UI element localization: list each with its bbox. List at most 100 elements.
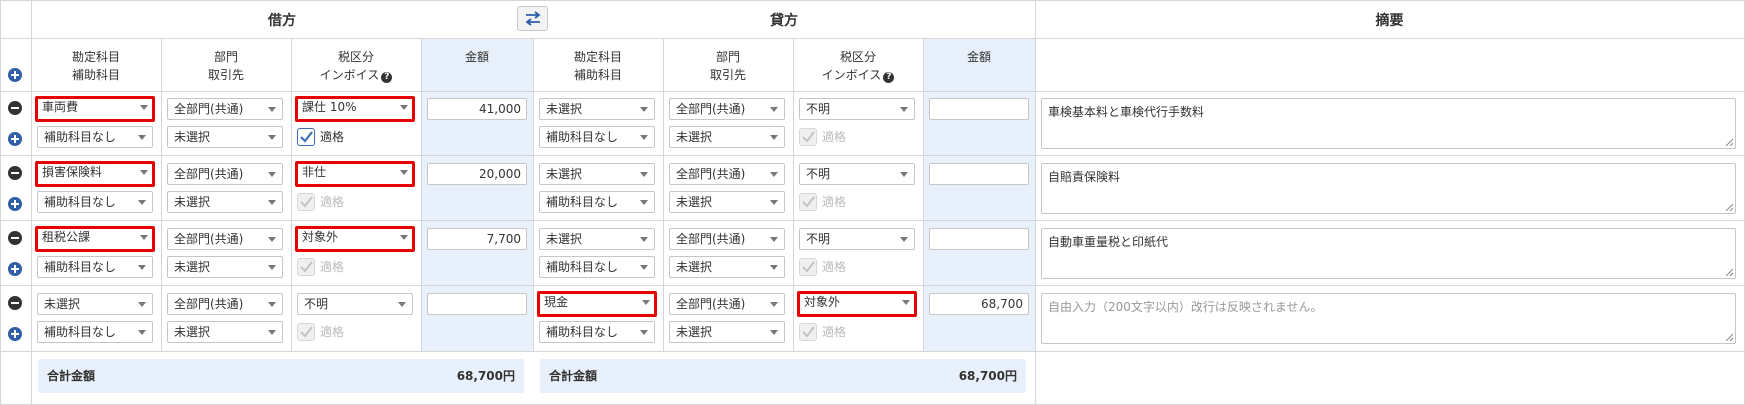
debit-sub-account-select[interactable]: 補助科目なし (37, 321, 153, 343)
debit-amount-input[interactable] (427, 293, 527, 315)
debit-invoice-label: 適格 (320, 195, 345, 209)
help-icon[interactable]: ? (883, 72, 895, 83)
debit-dept-select[interactable]: 全部門(共通) (167, 98, 283, 120)
credit-invoice-checkbox[interactable] (799, 258, 817, 276)
credit-total: 合計金額 68,700円 (540, 359, 1026, 393)
debit-invoice-label: 適格 (320, 130, 345, 144)
credit-dept-select[interactable]: 全部門(共通) (669, 98, 785, 120)
debit-partner-select[interactable]: 未選択 (167, 126, 283, 148)
credit-amount-input[interactable] (929, 98, 1029, 120)
credit-account-col-header: 勘定科目 補助科目 (573, 50, 622, 82)
help-icon[interactable]: ? (381, 72, 393, 83)
remove-row-icon[interactable] (8, 101, 22, 115)
debit-account-select[interactable]: 損害保険料 (35, 161, 155, 187)
credit-amount-col-header: 金額 (966, 50, 991, 64)
credit-tax-col-header: 税区分 インボイス? (793, 48, 923, 84)
remove-row-icon[interactable] (8, 296, 22, 310)
credit-tax-select[interactable]: 不明 (799, 163, 915, 185)
debit-amount-input[interactable]: 7,700 (427, 228, 527, 250)
memo-textarea[interactable]: 自由入力（200文字以内）改行は反映されません。 (1041, 293, 1736, 344)
add-row-icon[interactable] (8, 262, 22, 276)
credit-partner-select[interactable]: 未選択 (669, 191, 785, 213)
swap-debit-credit-button[interactable] (517, 6, 548, 31)
credit-amount-input[interactable] (929, 163, 1029, 185)
memo-textarea[interactable]: 自動車重量税と印紙代 (1041, 228, 1736, 279)
checkmark-icon (802, 326, 815, 338)
debit-amount-input[interactable]: 20,000 (427, 163, 527, 185)
credit-sub-account-select[interactable]: 補助科目なし (539, 191, 655, 213)
credit-invoice-label: 適格 (822, 195, 847, 209)
debit-partner-select[interactable]: 未選択 (167, 256, 283, 278)
debit-account-select[interactable]: 未選択 (37, 293, 153, 315)
debit-account-select[interactable]: 車両費 (35, 96, 155, 122)
credit-tax-select[interactable]: 不明 (799, 228, 915, 250)
debit-total: 合計金額 68,700円 (38, 359, 524, 393)
debit-invoice-checkbox[interactable] (297, 323, 315, 341)
add-row-icon[interactable] (8, 132, 22, 146)
credit-partner-select[interactable]: 未選択 (669, 321, 785, 343)
debit-total-label: 合計金額 (47, 369, 96, 383)
credit-invoice-checkbox[interactable] (799, 193, 817, 211)
credit-tax-select[interactable]: 対象外 (797, 291, 917, 317)
checkmark-icon (802, 196, 815, 208)
debit-tax-select[interactable]: 課仕 10% (295, 96, 415, 122)
credit-partner-select[interactable]: 未選択 (669, 126, 785, 148)
credit-invoice-label: 適格 (822, 325, 847, 339)
debit-header: 借方 (268, 13, 296, 29)
credit-sub-account-select[interactable]: 補助科目なし (539, 256, 655, 278)
resize-grip-icon[interactable] (1725, 333, 1733, 341)
credit-account-select[interactable]: 現金 (537, 291, 657, 317)
resize-grip-icon[interactable] (1725, 138, 1733, 146)
memo-textarea[interactable]: 自賠責保険料 (1041, 163, 1736, 214)
credit-account-select[interactable]: 未選択 (539, 98, 655, 120)
credit-dept-select[interactable]: 全部門(共通) (669, 293, 785, 315)
credit-amount-input[interactable] (929, 228, 1029, 250)
swap-icon (525, 11, 541, 26)
remove-row-icon[interactable] (8, 166, 22, 180)
resize-grip-icon[interactable] (1725, 268, 1733, 276)
credit-invoice-checkbox[interactable] (799, 128, 817, 146)
resize-grip-icon[interactable] (1725, 203, 1733, 211)
debit-tax-col-header: 税区分 インボイス? (291, 48, 421, 84)
credit-amount-input[interactable]: 68,700 (929, 293, 1029, 315)
debit-amount-col-header: 金額 (464, 50, 489, 64)
credit-dept-select[interactable]: 全部門(共通) (669, 163, 785, 185)
debit-partner-select[interactable]: 未選択 (167, 321, 283, 343)
debit-dept-select[interactable]: 全部門(共通) (167, 163, 283, 185)
debit-sub-account-select[interactable]: 補助科目なし (37, 191, 153, 213)
debit-account-select[interactable]: 租税公課 (35, 226, 155, 252)
credit-total-label: 合計金額 (549, 369, 598, 383)
credit-dept-select[interactable]: 全部門(共通) (669, 228, 785, 250)
debit-invoice-checkbox[interactable] (297, 128, 315, 146)
add-row-icon[interactable] (8, 197, 22, 211)
journal-entry-grid: 借方 貸方 摘要 勘定科目 補助科目 部門 取引先 税区分 インボイス? 金額 勘定科… (0, 0, 1745, 405)
debit-account-col-header: 勘定科目 補助科目 (71, 50, 120, 82)
remove-row-icon[interactable] (8, 231, 22, 245)
memo-header: 摘要 (1375, 13, 1404, 29)
debit-invoice-checkbox[interactable] (297, 193, 315, 211)
credit-sub-account-select[interactable]: 補助科目なし (539, 321, 655, 343)
add-row-icon[interactable] (8, 68, 22, 82)
memo-textarea[interactable]: 車検基本料と車検代行手数料 (1041, 98, 1736, 149)
debit-tax-select[interactable]: 対象外 (295, 226, 415, 252)
add-row-icon[interactable] (8, 327, 22, 341)
debit-tax-select[interactable]: 不明 (297, 293, 413, 315)
debit-invoice-checkbox[interactable] (297, 258, 315, 276)
credit-account-select[interactable]: 未選択 (539, 163, 655, 185)
checkmark-icon (300, 131, 313, 143)
credit-partner-select[interactable]: 未選択 (669, 256, 785, 278)
credit-invoice-label: 適格 (822, 260, 847, 274)
debit-partner-select[interactable]: 未選択 (167, 191, 283, 213)
debit-tax-select[interactable]: 非仕 (295, 161, 415, 187)
credit-sub-account-select[interactable]: 補助科目なし (539, 126, 655, 148)
debit-dept-select[interactable]: 全部門(共通) (167, 293, 283, 315)
debit-dept-select[interactable]: 全部門(共通) (167, 228, 283, 250)
credit-header: 貸方 (770, 13, 798, 29)
credit-account-select[interactable]: 未選択 (539, 228, 655, 250)
credit-invoice-checkbox[interactable] (799, 323, 817, 341)
checkmark-icon (300, 196, 313, 208)
debit-sub-account-select[interactable]: 補助科目なし (37, 256, 153, 278)
debit-sub-account-select[interactable]: 補助科目なし (37, 126, 153, 148)
credit-tax-select[interactable]: 不明 (799, 98, 915, 120)
debit-amount-input[interactable]: 41,000 (427, 98, 527, 120)
